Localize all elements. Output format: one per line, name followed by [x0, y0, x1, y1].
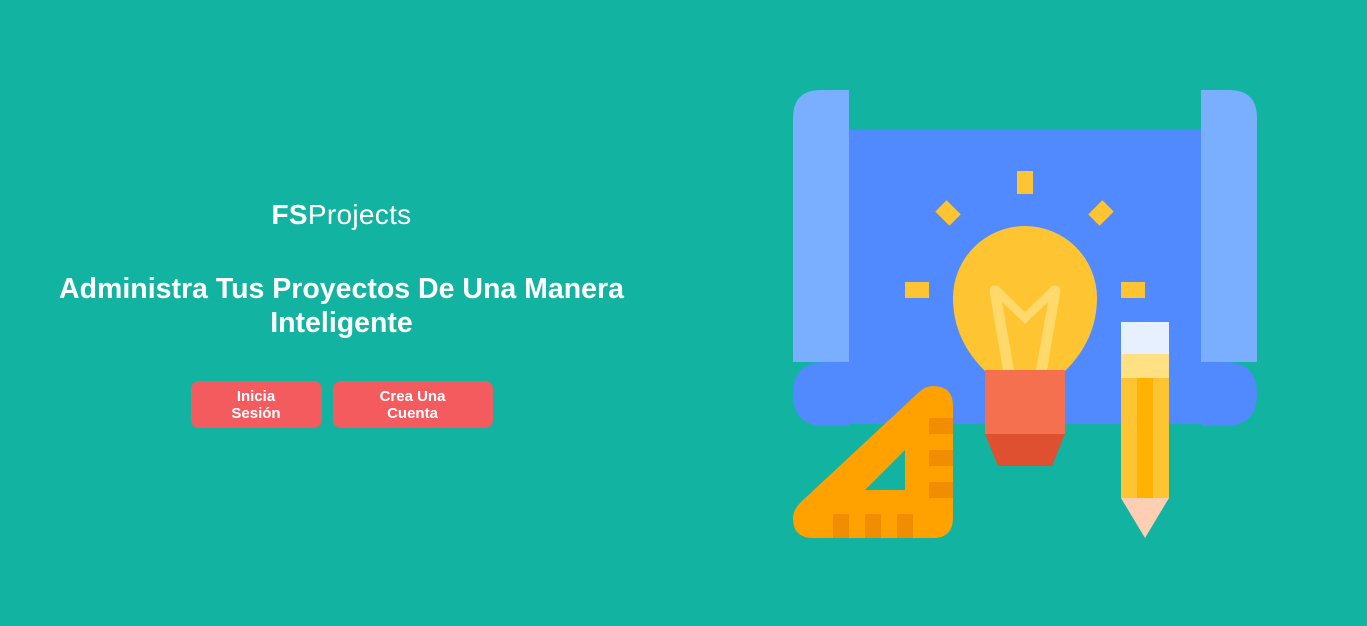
idea-blueprint-illustration-icon [793, 90, 1257, 538]
hero-section: FSProjects Administra Tus Proyectos De U… [0, 0, 683, 626]
brand-logo-light: Projects [307, 199, 412, 230]
signup-button[interactable]: Crea Una Cuenta [332, 381, 493, 428]
hero-headline-line1: Administra Tus Proyectos De Una Manera [59, 273, 624, 305]
pencil-icon [1121, 322, 1169, 538]
hero-actions: Inicia Sesión Crea Una Cuenta [0, 381, 683, 428]
lightbulb-icon [953, 226, 1097, 466]
hero-headline-line2: Inteligente [270, 307, 413, 339]
login-button[interactable]: Inicia Sesión [190, 381, 322, 428]
brand-logo: FSProjects [0, 199, 683, 231]
brand-logo-bold: FS [271, 199, 308, 230]
hero-headline: Administra Tus Proyectos De Una Manera I… [20, 272, 663, 340]
